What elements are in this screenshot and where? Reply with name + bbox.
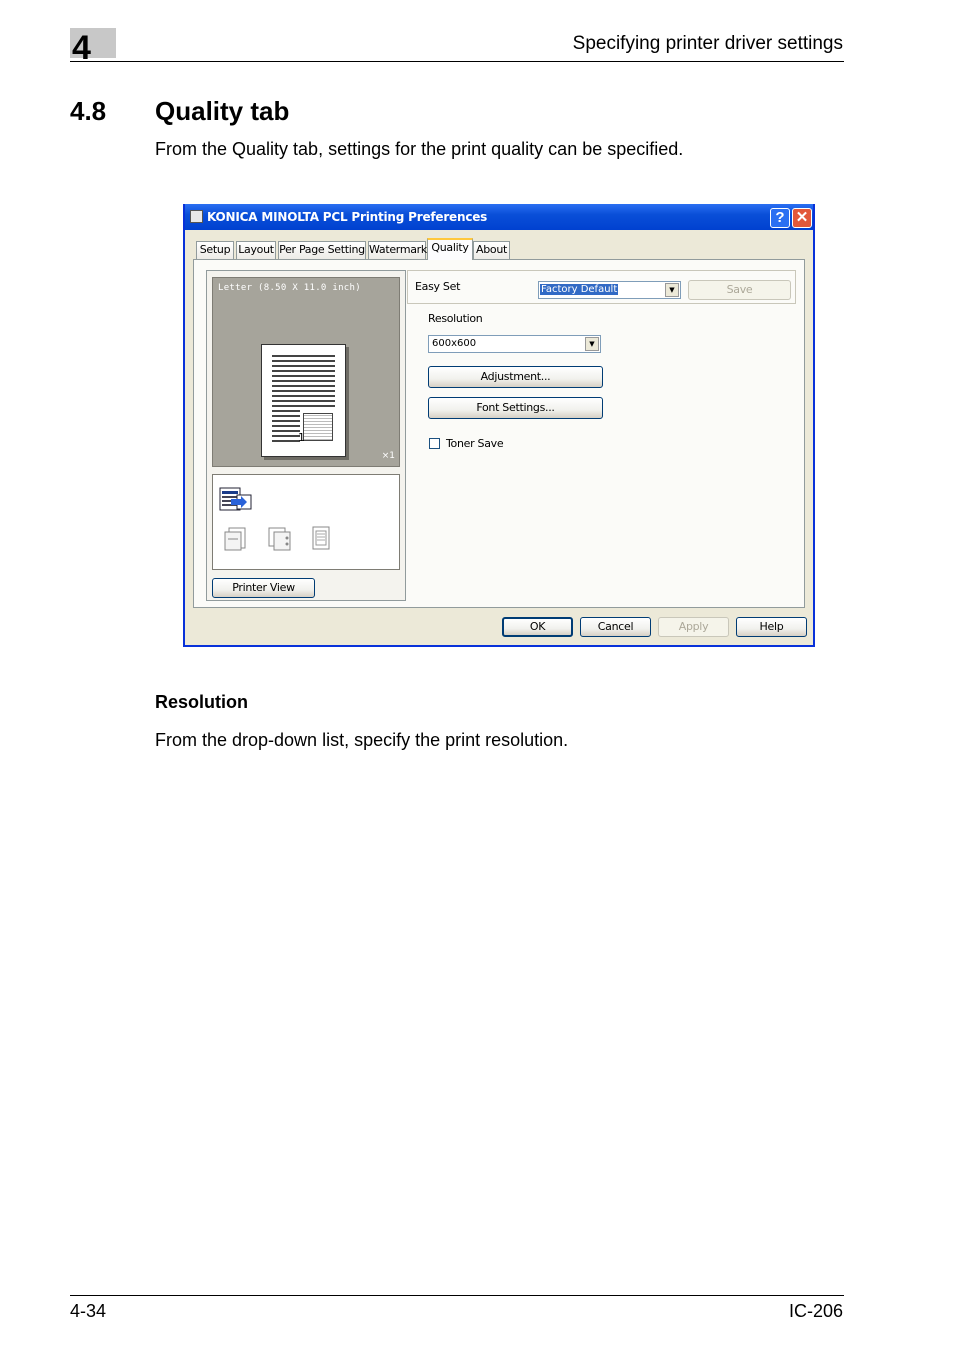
toner-save-label: Toner Save (446, 437, 504, 450)
printing-preferences-dialog: KONICA MINOLTA PCL Printing Preferences … (183, 204, 815, 647)
document-icon (312, 526, 330, 550)
quality-tab-panel: Letter (8.50 X 11.0 inch) 1 ×1 Printer V… (193, 259, 805, 608)
model-name-footer: IC-206 (788, 1301, 843, 1321)
text-line (272, 415, 300, 417)
page-number: 1 (298, 431, 305, 444)
printer-icon (190, 210, 203, 223)
text-line (272, 360, 335, 362)
tab-quality[interactable]: Quality (427, 238, 473, 260)
printer-view-button[interactable]: Printer View (212, 578, 315, 598)
apply-button[interactable]: Apply (658, 617, 729, 637)
text-line (272, 425, 300, 427)
page-preview: Letter (8.50 X 11.0 inch) 1 ×1 (212, 277, 400, 467)
resolution-description: From the drop-down list, specify the pri… (155, 730, 569, 750)
ok-button[interactable]: OK (502, 617, 573, 637)
easy-set-label: Easy Set (415, 280, 461, 293)
printer-view-panel (212, 474, 400, 570)
image-stamp-icon (303, 413, 333, 441)
text-line (272, 440, 300, 442)
tab-per-page-setting[interactable]: Per Page Setting (278, 241, 366, 259)
text-line (272, 395, 335, 397)
toner-save-checkbox[interactable] (429, 438, 440, 449)
paper-thumbnail: 1 (261, 344, 346, 457)
tab-about[interactable]: About (473, 241, 510, 259)
text-line (272, 375, 335, 377)
cancel-button[interactable]: Cancel (580, 617, 651, 637)
text-line (272, 435, 300, 437)
text-line (272, 410, 300, 412)
preview-frame: Letter (8.50 X 11.0 inch) 1 ×1 Printer V… (206, 270, 406, 601)
punch-icon (268, 527, 291, 551)
resolution-value: 600x600 (432, 338, 477, 349)
footer-divider (70, 1295, 844, 1296)
text-line (272, 385, 335, 387)
text-line (272, 380, 335, 382)
easy-set-value: Factory Default (540, 284, 619, 295)
subheading-resolution: Resolution (155, 692, 248, 712)
font-settings-button[interactable]: Font Settings... (428, 397, 603, 419)
tab-setup[interactable]: Setup (196, 241, 234, 259)
page-number-footer: 4-34 (70, 1301, 107, 1321)
help-title-button[interactable]: ? (770, 208, 790, 228)
close-button[interactable]: ✕ (792, 208, 812, 228)
text-line (272, 405, 335, 407)
section-title: Quality tab (155, 96, 290, 126)
resolution-label: Resolution (428, 312, 483, 325)
easy-set-select[interactable]: Factory Default ▼ (538, 281, 681, 299)
help-button[interactable]: Help (736, 617, 807, 637)
staple-icon (224, 527, 246, 551)
chevron-down-icon[interactable]: ▼ (585, 337, 599, 351)
easy-set-group: Easy Set Factory Default ▼ Save (407, 270, 796, 304)
text-line (272, 365, 335, 367)
copies-indicator: ×1 (381, 451, 395, 461)
adjustment-button[interactable]: Adjustment... (428, 366, 603, 388)
text-line (272, 355, 335, 357)
save-button[interactable]: Save (688, 280, 791, 300)
tab-layout[interactable]: Layout (236, 241, 276, 259)
intro-paragraph: From the Quality tab, settings for the p… (155, 139, 684, 159)
tab-watermark[interactable]: Watermark (368, 241, 427, 259)
paper-size-label: Letter (8.50 X 11.0 inch) (218, 283, 361, 293)
text-line (272, 420, 300, 422)
text-line (272, 390, 335, 392)
section-number: 4.8 (70, 96, 107, 126)
chapter-number: 4 (72, 29, 91, 67)
chevron-down-icon[interactable]: ▼ (665, 283, 679, 297)
dialog-title: KONICA MINOLTA PCL Printing Preferences (207, 210, 488, 224)
printer-output-icon (219, 487, 252, 511)
text-line (272, 370, 335, 372)
dialog-titlebar[interactable]: KONICA MINOLTA PCL Printing Preferences … (185, 204, 813, 230)
text-line (272, 430, 300, 432)
resolution-select[interactable]: 600x600 ▼ (428, 335, 601, 353)
text-line (272, 400, 335, 402)
running-header: Specifying printer driver settings (572, 33, 843, 54)
header-divider (70, 61, 844, 62)
